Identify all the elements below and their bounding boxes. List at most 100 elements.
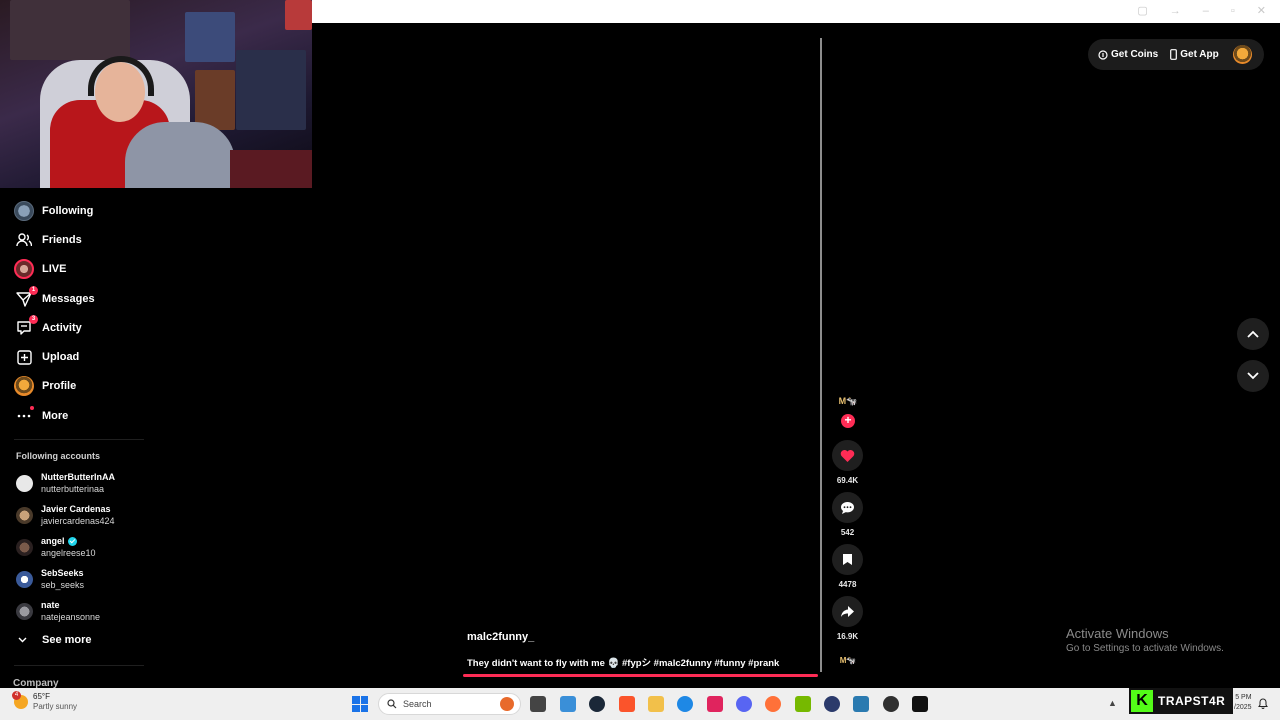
taskbar-search[interactable]: Search bbox=[378, 693, 521, 715]
sidebar-item-label: More bbox=[42, 409, 69, 422]
stream-name: TRAPST4R bbox=[1158, 694, 1226, 708]
close-icon[interactable]: ✕ bbox=[1257, 4, 1266, 18]
following-avatar-icon bbox=[14, 200, 34, 221]
follow-plus-button[interactable]: + bbox=[841, 414, 855, 428]
activate-title: Activate Windows bbox=[1066, 626, 1169, 641]
video-author[interactable]: malc2funny_ bbox=[467, 631, 534, 643]
stream-name-overlay: K TRAPST4R bbox=[1129, 688, 1233, 714]
account-username: nutterbutterinaa bbox=[41, 484, 105, 494]
firefox-icon[interactable] bbox=[765, 696, 781, 712]
search-highlight-icon bbox=[500, 697, 514, 711]
sidebar-nav: Following Friends LIVE 1 Messages 3 Acti… bbox=[0, 196, 160, 430]
app-icon[interactable] bbox=[824, 696, 840, 712]
weather-condition: Partly sunny bbox=[33, 702, 78, 711]
window-title-bar: ▢ → – ▫ ✕ bbox=[312, 0, 1280, 23]
account-avatar bbox=[16, 602, 33, 620]
verified-badge-icon bbox=[67, 536, 77, 546]
sidebar-item-upload[interactable]: Upload bbox=[0, 342, 160, 371]
account-avatar bbox=[16, 570, 33, 588]
obs-icon[interactable] bbox=[883, 696, 899, 712]
music-disc[interactable]: M🐄 bbox=[836, 656, 860, 670]
account-username: javiercardenas424 bbox=[41, 516, 115, 526]
bookmark-button[interactable] bbox=[832, 544, 863, 575]
like-count: 69.4K bbox=[836, 476, 859, 485]
webcam-overlay bbox=[0, 0, 312, 188]
video-progress-bar[interactable] bbox=[463, 674, 818, 677]
nvidia-icon[interactable] bbox=[795, 696, 811, 712]
sidebar-item-label: LIVE bbox=[42, 263, 67, 276]
taskbar-clock[interactable]: 5 PM /2025 bbox=[1234, 693, 1252, 713]
creator-avatar[interactable]: M🐄 bbox=[836, 396, 860, 412]
following-account-item[interactable]: nate natejeansonne bbox=[16, 599, 100, 623]
sidebar-item-live[interactable]: LIVE bbox=[0, 255, 160, 284]
video-player[interactable] bbox=[458, 34, 822, 678]
live-avatar-icon bbox=[14, 259, 34, 280]
steam-icon[interactable] bbox=[589, 696, 605, 712]
see-more-button[interactable]: See more bbox=[18, 634, 92, 646]
clock-date: /2025 bbox=[1234, 704, 1252, 711]
get-app-button[interactable]: Get App bbox=[1170, 49, 1219, 60]
discord-icon[interactable] bbox=[736, 696, 752, 712]
previous-video-button[interactable] bbox=[1237, 318, 1269, 350]
like-button[interactable] bbox=[832, 440, 863, 471]
account-name: Javier Cardenas bbox=[41, 504, 111, 514]
video-edge bbox=[820, 38, 822, 672]
partly-sunny-icon: 4 bbox=[12, 691, 28, 709]
weather-temperature: 65°F bbox=[33, 692, 50, 701]
following-account-item[interactable]: SebSeeks seb_seeks bbox=[16, 567, 84, 591]
next-video-button[interactable] bbox=[1237, 360, 1269, 392]
video-caption: They didn't want to fly with me 💀 #fypシ … bbox=[467, 658, 780, 669]
task-view-icon[interactable] bbox=[530, 696, 546, 712]
window-menu-icon[interactable]: ▢ bbox=[1137, 4, 1147, 18]
file-explorer-icon[interactable] bbox=[648, 696, 664, 712]
windows-start-icon[interactable] bbox=[352, 696, 368, 712]
share-button[interactable] bbox=[832, 596, 863, 627]
brave-icon[interactable] bbox=[619, 696, 635, 712]
bookmark-icon bbox=[843, 554, 852, 565]
account-username: angelreese10 bbox=[41, 548, 96, 558]
edge-icon[interactable] bbox=[677, 696, 693, 712]
sidebar-item-activity[interactable]: 3 Activity bbox=[0, 313, 160, 342]
comment-count: 542 bbox=[840, 528, 855, 537]
account-avatar bbox=[16, 538, 33, 556]
account-name: nate bbox=[41, 600, 60, 610]
window-controls: ▢ → – ▫ ✕ bbox=[1137, 4, 1266, 18]
activity-badge: 3 bbox=[29, 314, 38, 324]
account-avatar bbox=[16, 506, 33, 524]
following-account-item[interactable]: Javier Cardenas javiercardenas424 bbox=[16, 503, 115, 527]
sidebar-item-messages[interactable]: 1 Messages bbox=[0, 284, 160, 313]
sidebar-item-label: Friends bbox=[42, 233, 82, 246]
back-icon[interactable]: → bbox=[1170, 4, 1181, 18]
sidebar-item-more[interactable]: More bbox=[0, 401, 160, 430]
tiktok-icon[interactable] bbox=[912, 696, 928, 712]
app-icon[interactable] bbox=[853, 696, 869, 712]
notification-bell-icon[interactable] bbox=[1258, 698, 1268, 709]
sidebar-item-profile[interactable]: Profile bbox=[0, 372, 160, 401]
get-coins-button[interactable]: Get Coins bbox=[1098, 49, 1158, 60]
wall-poster bbox=[195, 70, 235, 130]
upload-icon bbox=[14, 347, 34, 367]
wall-poster bbox=[236, 50, 306, 130]
chevron-down-icon bbox=[18, 634, 28, 646]
messages-badge: 1 bbox=[29, 285, 38, 295]
following-account-item[interactable]: NutterButterInAA nutterbutterinaa bbox=[16, 471, 115, 495]
account-username: seb_seeks bbox=[41, 580, 85, 590]
following-account-item[interactable]: angel angelreese10 bbox=[16, 535, 96, 559]
sidebar-divider bbox=[14, 665, 144, 666]
sidebar-item-friends[interactable]: Friends bbox=[0, 225, 160, 254]
user-avatar[interactable] bbox=[1233, 45, 1252, 64]
weather-widget[interactable]: 4 65°F Partly sunny bbox=[12, 691, 78, 712]
maximize-icon[interactable]: ▫ bbox=[1231, 4, 1235, 18]
minimize-icon[interactable]: – bbox=[1203, 4, 1209, 18]
profile-avatar-icon bbox=[14, 376, 34, 397]
desk bbox=[230, 150, 312, 188]
comment-button[interactable] bbox=[832, 492, 863, 523]
tray-chevron-up-icon[interactable]: ▲ bbox=[1108, 698, 1117, 708]
more-dot-badge bbox=[30, 405, 34, 410]
notepad-icon[interactable] bbox=[560, 696, 576, 712]
sidebar-item-following[interactable]: Following bbox=[0, 196, 160, 225]
account-name: NutterButterInAA bbox=[41, 472, 115, 482]
activate-windows-watermark: Activate Windows Go to Settings to activ… bbox=[1066, 626, 1224, 654]
tiktok-live-icon[interactable] bbox=[707, 696, 723, 712]
search-icon bbox=[387, 699, 397, 709]
